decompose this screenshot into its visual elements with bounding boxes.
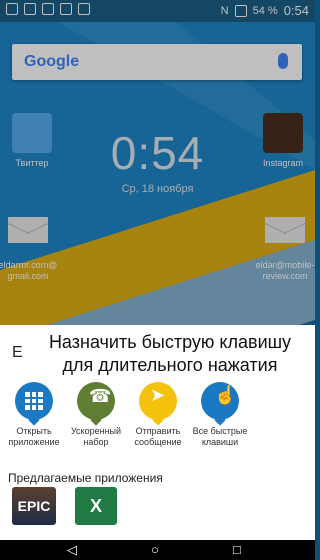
suggested-apps-title: Предлагаемые приложения — [8, 471, 163, 485]
touch-icon: ☝ — [201, 382, 239, 426]
phone-icon: ☎ — [77, 382, 115, 426]
home-icon[interactable]: ○ — [151, 543, 159, 557]
nav-bar: ◁ ○ □ — [0, 540, 315, 560]
open-app-action[interactable]: Открыть приложение — [3, 382, 65, 448]
all-shortcuts-label: Все быстрые клавиши — [192, 426, 248, 447]
epic-label: EPIC — [17, 498, 51, 514]
open-app-label: Открыть приложение — [8, 426, 60, 447]
send-icon: ➤ — [139, 382, 177, 426]
speed-dial-action[interactable]: ☎ Ускоренный набор — [65, 382, 127, 448]
send-message-action[interactable]: ➤ Отправить сообщение — [127, 382, 189, 448]
recents-icon[interactable]: □ — [233, 543, 241, 557]
suggested-app-epic[interactable]: EPIC — [12, 487, 56, 525]
all-shortcuts-action[interactable]: ☝ Все быстрые клавиши — [189, 382, 251, 448]
excel-label: X — [89, 496, 102, 516]
shortcut-sheet: E Назначить быструю клавишу для длительн… — [0, 325, 315, 540]
speed-dial-label: Ускоренный набор — [70, 426, 122, 447]
back-icon[interactable]: ◁ — [67, 543, 77, 557]
suggested-app-excel[interactable]: X — [75, 487, 117, 525]
apps-grid-icon — [15, 382, 53, 426]
send-message-label: Отправить сообщение — [134, 426, 182, 447]
sheet-title: Назначить быструю клавишу для длительног… — [48, 332, 292, 375]
sheet-letter: E — [12, 344, 23, 361]
